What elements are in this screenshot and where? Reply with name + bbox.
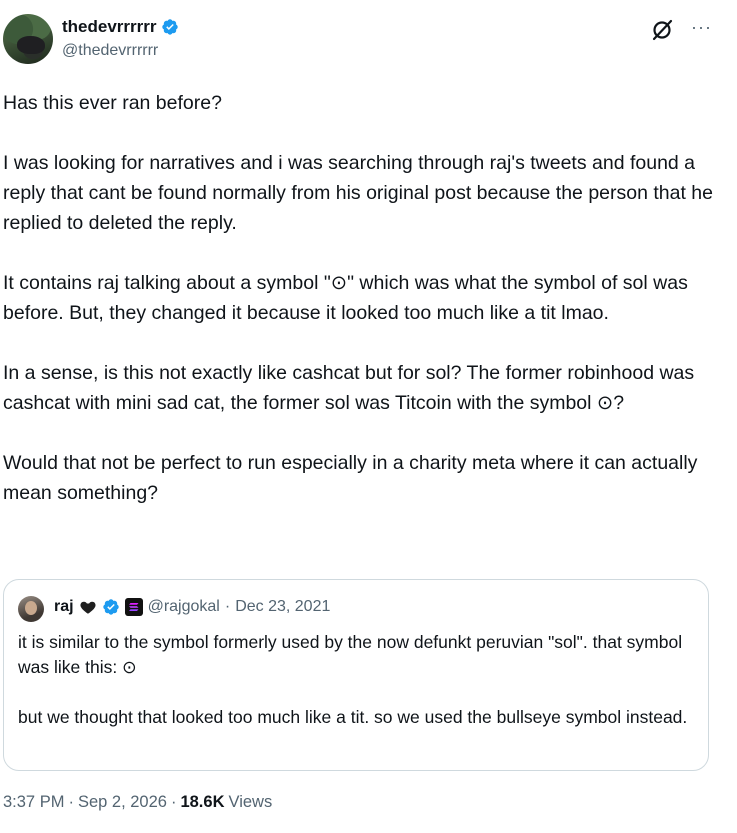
tweet-meta: 3:37 PM · Sep 2, 2026 · 18.6K Views (3, 793, 272, 812)
quote-paragraph: but we thought that looked too much like… (18, 707, 688, 727)
author-name-row: thedevrrrrrr (62, 17, 179, 37)
meta-separator: · (170, 793, 177, 811)
tweet-paragraph: Has this ever ran before? (3, 92, 222, 114)
quote-date[interactable]: Dec 23, 2021 (235, 598, 330, 616)
author-handle[interactable]: @thedevrrrrrr (62, 42, 158, 60)
tweet-paragraph: It contains raj talking about a symbol "… (3, 272, 688, 324)
quote-author-avatar (18, 596, 44, 622)
quote-header: raj @rajgokal · Dec 23, 2021 (54, 598, 330, 616)
tweet-text: Has this ever ran before? I was looking … (3, 88, 723, 538)
solana-badge-icon (124, 598, 143, 616)
quote-paragraph: it is similar to the symbol formerly use… (18, 632, 683, 677)
views-label: Views (228, 793, 273, 811)
tweet-paragraph: Would that not be perfect to run especia… (3, 452, 698, 504)
more-icon[interactable]: ··· (691, 17, 712, 38)
tweet-time[interactable]: 3:37 PM (3, 793, 64, 812)
quote-author-name: raj (54, 598, 74, 615)
author-display-name[interactable]: thedevrrrrrr (62, 17, 157, 37)
views-count[interactable]: 18.6K (180, 793, 224, 812)
quote-separator: · (224, 598, 231, 615)
grok-icon[interactable] (651, 18, 675, 42)
quote-text: it is similar to the symbol formerly use… (18, 630, 698, 755)
tweet-date[interactable]: Sep 2, 2026 (78, 793, 167, 812)
verified-badge-icon (161, 19, 178, 35)
quoted-tweet-card[interactable]: raj @rajgokal · Dec 23, 2021 it is simil… (3, 579, 709, 771)
quote-author-handle: @rajgokal (147, 598, 220, 615)
verified-badge-icon (102, 599, 119, 615)
black-heart-icon (80, 601, 96, 614)
tweet-paragraph: In a sense, is this not exactly like cas… (3, 362, 695, 414)
meta-separator: · (68, 793, 74, 811)
author-avatar[interactable] (3, 14, 53, 64)
tweet-paragraph: I was looking for narratives and i was s… (3, 152, 713, 234)
